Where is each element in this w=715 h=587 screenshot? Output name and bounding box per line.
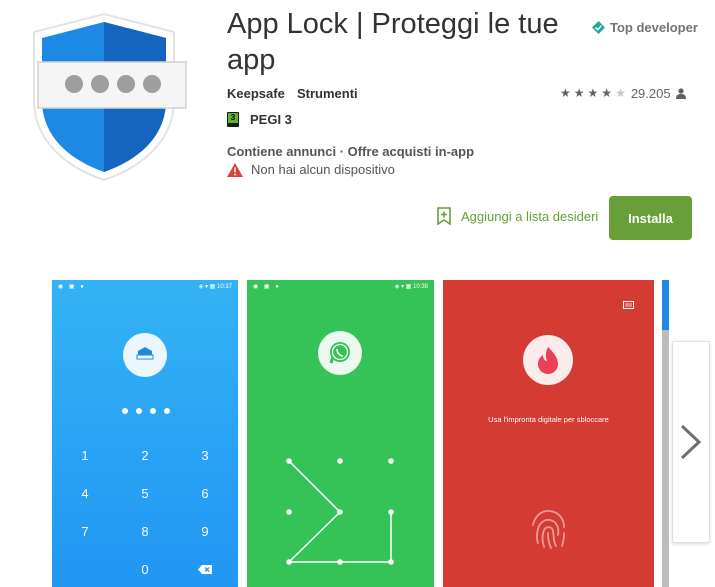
app-logo-circle (523, 335, 573, 385)
person-icon (675, 88, 686, 99)
top-developer-badge: Top developer (592, 20, 698, 35)
pin-key: 1 (81, 448, 89, 463)
next-screenshot-button[interactable] (672, 341, 710, 543)
pin-key: 5 (141, 486, 149, 501)
star-icon: ★ (615, 86, 626, 100)
star-icon: ★ (601, 86, 613, 100)
chevron-right-icon (680, 424, 702, 460)
category-link[interactable]: Strumenti (297, 86, 358, 101)
app-logo-circle (123, 333, 167, 377)
developer-link[interactable]: Keepsafe (227, 86, 285, 101)
screenshot-3[interactable]: Usa l'impronta digitale per sbloccare (443, 280, 654, 587)
pin-key: 8 (141, 524, 149, 539)
pin-key: 7 (81, 524, 89, 539)
star-icon: ★ (560, 86, 571, 100)
lock-app-icon (136, 347, 154, 360)
wishlist-label: Aggiungi a lista desideri (461, 208, 599, 224)
pin-key: 4 (81, 486, 89, 501)
shield-lock-icon (33, 12, 187, 182)
device-warning: Non hai alcun dispositivo (227, 162, 395, 177)
pegi-icon: 3 (227, 112, 239, 127)
screenshot-1[interactable]: ◉ ▣ ● ◈ ▾ ▦ 10:37 1 2 3 4 5 6 7 8 9 0 (52, 280, 238, 587)
fingerprint-icon (532, 510, 565, 549)
install-button[interactable]: Installa (609, 196, 692, 240)
pin-key: 9 (201, 524, 209, 539)
keyboard-icon (623, 301, 634, 309)
top-developer-icon (592, 21, 605, 34)
pin-key: 2 (141, 448, 149, 463)
screenshot-4[interactable] (662, 280, 669, 587)
screenshot-2[interactable]: ◉ ▣ ● ◈ ▾ ▦ 10:38 (247, 280, 434, 587)
status-bar: ◉ ▣ ● ◈ ▾ ▦ 10:37 (58, 284, 232, 290)
content-rating: 3 PEGI 3 (227, 112, 292, 127)
rating-count: 29.205 (630, 86, 671, 101)
wishlist-button[interactable]: Aggiungi a lista desideri (437, 207, 598, 225)
bookmark-add-icon (437, 207, 451, 225)
app-title: App Lock | Proteggi le tue app (227, 8, 559, 76)
backspace-icon (198, 565, 212, 574)
pin-key: 0 (141, 562, 149, 577)
tinder-flame-icon (538, 347, 558, 374)
pegi-label: PEGI 3 (250, 112, 292, 127)
ads-notice: Contiene annunci · Offre acquisti in-app (227, 144, 475, 159)
rating: ★ ★ ★ ★ ★ 29.205 (560, 86, 686, 101)
pin-key: 3 (201, 448, 209, 463)
star-icon: ★ (587, 86, 599, 100)
warning-icon (227, 162, 243, 177)
pin-key: 6 (201, 486, 209, 501)
app-icon (14, 8, 194, 188)
device-warning-label: Non hai alcun dispositivo (251, 162, 395, 177)
fingerprint-caption: Usa l'impronta digitale per sbloccare (488, 415, 609, 424)
star-icon: ★ (573, 86, 585, 100)
pattern-grid (286, 458, 394, 565)
top-developer-label: Top developer (610, 20, 698, 35)
